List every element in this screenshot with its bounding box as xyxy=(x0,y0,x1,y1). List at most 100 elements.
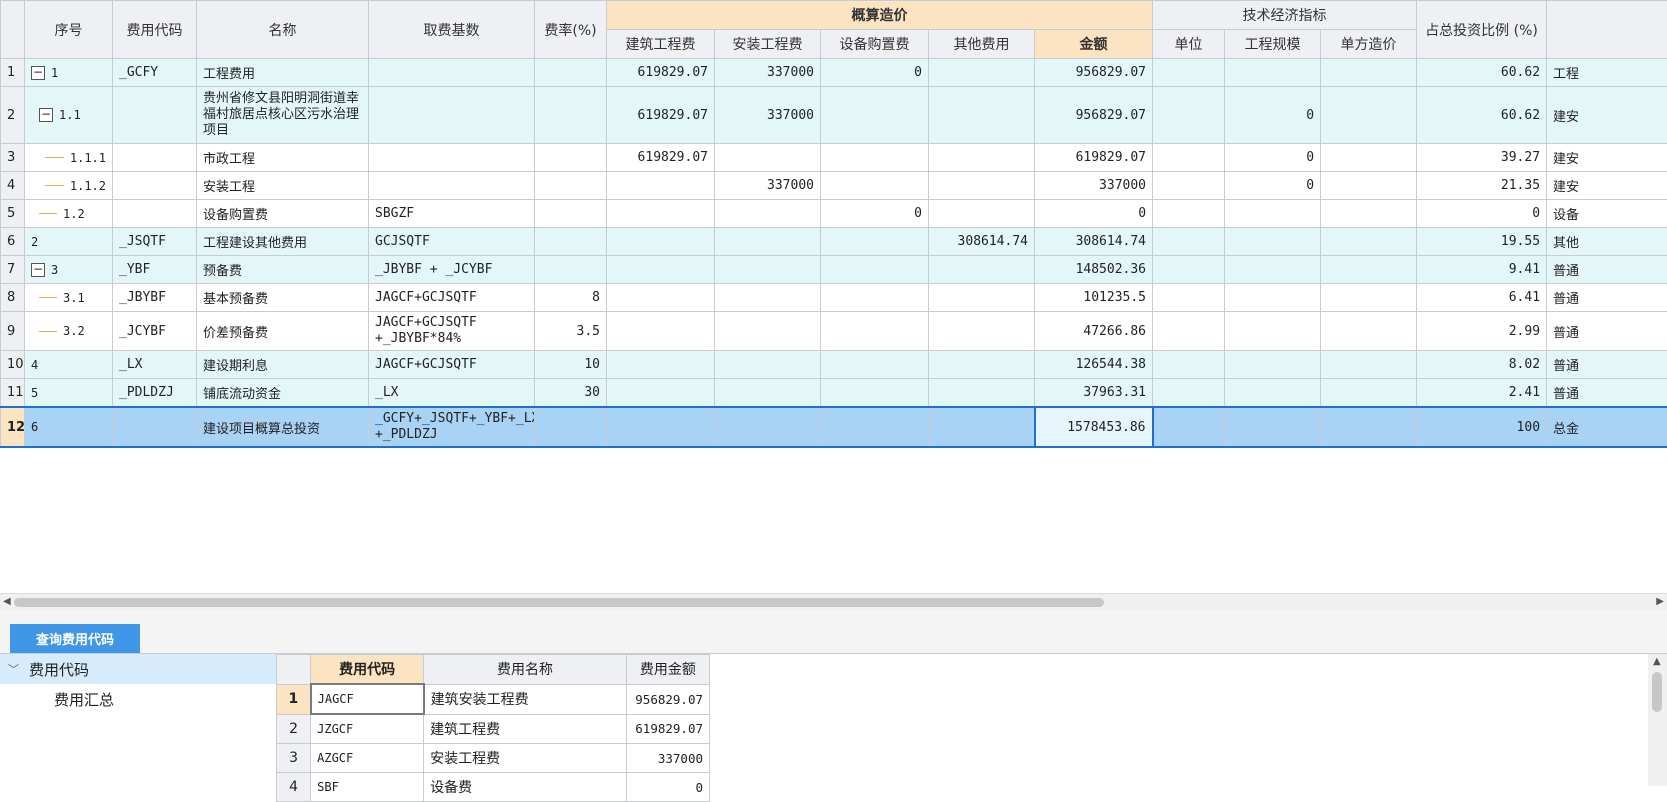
cell-seq[interactable]: −1.1 xyxy=(25,87,113,144)
cell-base[interactable] xyxy=(369,87,535,144)
cell-install[interactable] xyxy=(715,407,821,447)
cell-unit[interactable] xyxy=(1153,200,1225,228)
col-header-code[interactable]: 费用代码 xyxy=(113,1,197,59)
cell-scale[interactable]: 0 xyxy=(1225,172,1321,200)
cell-remark[interactable]: 其他 xyxy=(1547,228,1667,256)
cell-remark[interactable]: 建安 xyxy=(1547,87,1667,144)
cell-ratio[interactable]: 6.41 xyxy=(1417,284,1547,312)
col-header-amount[interactable]: 金额 xyxy=(1035,30,1153,59)
cell-build[interactable] xyxy=(607,379,715,408)
horizontal-scrollbar[interactable]: ◀ ▶ xyxy=(0,593,1667,610)
code-cell-name[interactable]: 建筑安装工程费 xyxy=(424,684,627,714)
cell-scale[interactable]: 0 xyxy=(1225,87,1321,144)
scrollbar-thumb[interactable] xyxy=(14,598,1104,607)
cell-scale[interactable] xyxy=(1225,200,1321,228)
vscroll-thumb[interactable] xyxy=(1652,672,1662,712)
cell-unit[interactable] xyxy=(1153,284,1225,312)
cell-code[interactable]: _JSQTF xyxy=(113,228,197,256)
code-cell-amount[interactable]: 956829.07 xyxy=(626,684,709,714)
col-header-install[interactable]: 安装工程费 xyxy=(715,30,821,59)
cell-base[interactable]: _LX xyxy=(369,379,535,408)
code-table-row[interactable]: 4SBF设备费0 xyxy=(277,773,710,802)
cell-code[interactable] xyxy=(113,172,197,200)
cell-build[interactable] xyxy=(607,200,715,228)
minus-box-icon[interactable]: − xyxy=(31,66,45,80)
cell-remark[interactable]: 总金 xyxy=(1547,407,1667,447)
cell-unit-cost[interactable] xyxy=(1321,351,1417,379)
cell-build[interactable] xyxy=(607,172,715,200)
cell-unit[interactable] xyxy=(1153,87,1225,144)
cell-rate[interactable]: 10 xyxy=(535,351,607,379)
cell-unit[interactable] xyxy=(1153,172,1225,200)
cell-amount[interactable]: 308614.74 xyxy=(1035,228,1153,256)
cell-install[interactable]: 337000 xyxy=(715,59,821,87)
row-number[interactable]: 3 xyxy=(1,144,25,172)
cell-amount[interactable]: 37963.31 xyxy=(1035,379,1153,408)
cell-build[interactable] xyxy=(607,312,715,351)
row-number[interactable]: 4 xyxy=(1,172,25,200)
row-number[interactable]: 12 xyxy=(1,407,25,447)
cell-other[interactable] xyxy=(929,87,1035,144)
cell-other[interactable] xyxy=(929,256,1035,284)
arrow-left-icon[interactable]: ◀ xyxy=(3,596,11,607)
cell-name[interactable]: 建设期利息 xyxy=(197,351,369,379)
cell-rate[interactable] xyxy=(535,228,607,256)
cell-code[interactable] xyxy=(113,200,197,228)
cell-unit-cost[interactable] xyxy=(1321,379,1417,408)
row-number[interactable]: 10 xyxy=(1,351,25,379)
cell-ratio[interactable]: 100 xyxy=(1417,407,1547,447)
cell-build[interactable]: 619829.07 xyxy=(607,87,715,144)
cell-seq[interactable]: 5 xyxy=(25,379,113,408)
arrow-right-icon[interactable]: ▶ xyxy=(1656,596,1664,607)
cell-seq[interactable]: −3 xyxy=(25,256,113,284)
cell-seq[interactable]: 1.1.1 xyxy=(25,144,113,172)
cell-other[interactable]: 308614.74 xyxy=(929,228,1035,256)
col-header-unit[interactable]: 单位 xyxy=(1153,30,1225,59)
cell-code[interactable]: _GCFY xyxy=(113,59,197,87)
cell-ratio[interactable]: 2.99 xyxy=(1417,312,1547,351)
cell-unit-cost[interactable] xyxy=(1321,228,1417,256)
cell-equip[interactable] xyxy=(821,284,929,312)
cell-amount[interactable]: 337000 xyxy=(1035,172,1153,200)
cell-equip[interactable] xyxy=(821,407,929,447)
cell-unit[interactable] xyxy=(1153,59,1225,87)
cell-remark[interactable]: 普通 xyxy=(1547,351,1667,379)
cell-code[interactable] xyxy=(113,407,197,447)
cell-base[interactable]: _GCFY+_JSQTF+_YBF+_LX +_PDLDZJ xyxy=(369,407,535,447)
cell-code[interactable]: _JBYBF xyxy=(113,284,197,312)
cell-seq[interactable]: 1.2 xyxy=(25,200,113,228)
cell-equip[interactable] xyxy=(821,379,929,408)
cell-scale[interactable] xyxy=(1225,284,1321,312)
col-header-equip[interactable]: 设备购置费 xyxy=(821,30,929,59)
cell-seq[interactable]: 1.1.2 xyxy=(25,172,113,200)
group-header-estimate[interactable]: 概算造价 xyxy=(607,1,1153,30)
cell-other[interactable] xyxy=(929,351,1035,379)
corner-cell[interactable] xyxy=(1,1,25,59)
code-cell-name[interactable]: 建筑工程费 xyxy=(424,714,627,744)
table-row[interactable]: 41.1.2安装工程337000337000021.35建安 xyxy=(1,172,1667,200)
cell-amount[interactable]: 956829.07 xyxy=(1035,59,1153,87)
col-header-ratio[interactable]: 占总投资比例 (%) xyxy=(1417,1,1547,59)
cell-build[interactable]: 619829.07 xyxy=(607,59,715,87)
cell-remark[interactable]: 建安 xyxy=(1547,144,1667,172)
cell-rate[interactable] xyxy=(535,59,607,87)
cell-code[interactable] xyxy=(113,87,197,144)
col-header-name[interactable]: 名称 xyxy=(197,1,369,59)
col-header-base[interactable]: 取费基数 xyxy=(369,1,535,59)
cell-other[interactable] xyxy=(929,312,1035,351)
cell-unit-cost[interactable] xyxy=(1321,172,1417,200)
cell-rate[interactable] xyxy=(535,87,607,144)
cell-unit[interactable] xyxy=(1153,256,1225,284)
cell-install[interactable] xyxy=(715,256,821,284)
cell-scale[interactable]: 0 xyxy=(1225,144,1321,172)
code-row-number[interactable]: 2 xyxy=(277,714,311,744)
cell-other[interactable] xyxy=(929,284,1035,312)
col-header-rate[interactable]: 费率(%) xyxy=(535,1,607,59)
cell-name[interactable]: 安装工程 xyxy=(197,172,369,200)
cell-equip[interactable] xyxy=(821,256,929,284)
row-number[interactable]: 6 xyxy=(1,228,25,256)
chevron-down-icon[interactable]: ﹀ xyxy=(8,661,19,677)
cell-remark[interactable]: 建安 xyxy=(1547,172,1667,200)
cell-remark[interactable]: 普通 xyxy=(1547,379,1667,408)
row-number[interactable]: 1 xyxy=(1,59,25,87)
